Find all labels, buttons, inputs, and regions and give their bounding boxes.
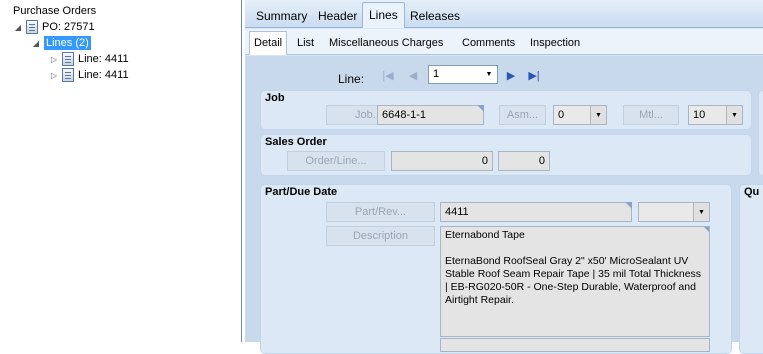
tree-node-lines[interactable]: ◢ Lines (2)	[31, 35, 91, 51]
document-icon	[62, 52, 74, 66]
line-value: 1	[433, 68, 440, 80]
collapse-icon[interactable]: ◢	[31, 39, 41, 48]
tree-line-label[interactable]: Line: 4411	[78, 69, 129, 81]
part-due-date-group: Part/Due Date Part/Rev... 4411 ▼ Descrip…	[260, 184, 732, 354]
main-pane: Summary Header Lines Releases Detail Lis…	[245, 0, 763, 354]
description-button[interactable]: Description	[326, 226, 435, 246]
previous-record-icon[interactable]: ◀	[403, 65, 423, 85]
part-rev-button[interactable]: Part/Rev...	[326, 202, 435, 222]
mtl-button[interactable]: Mtl...	[623, 105, 679, 125]
tree-lines-label[interactable]: Lines (2)	[44, 36, 91, 50]
tab-summary[interactable]: Summary	[250, 5, 313, 27]
order-field[interactable]: 0	[391, 151, 493, 171]
quantity-group-title: Qu	[744, 186, 760, 198]
mtl-combo[interactable]: 10 ▼	[688, 105, 743, 125]
asm-button[interactable]: Asm...	[499, 105, 546, 125]
tree-node-line[interactable]: ▷ Line: 4411	[49, 67, 129, 83]
tree-pane: Purchase Orders ◢ PO: 27571 ◢ Lines (2) …	[0, 0, 242, 342]
last-record-icon[interactable]: ▶|	[524, 65, 544, 85]
chevron-down-icon[interactable]: ▼	[693, 203, 709, 221]
tab-header[interactable]: Header	[312, 5, 363, 27]
next-record-icon[interactable]: ▶	[501, 65, 521, 85]
tab-releases[interactable]: Releases	[404, 5, 466, 27]
main-tabbar: Summary Header Lines Releases	[245, 0, 763, 28]
description-memo[interactable]: Eternabond Tape EternaBond RoofSeal Gray…	[440, 226, 710, 337]
quantity-group-partial: Qu	[739, 184, 763, 354]
subtab-inspection[interactable]: Inspection	[526, 34, 584, 52]
subtab-list[interactable]: List	[293, 34, 318, 52]
next-field-partial[interactable]	[440, 338, 710, 352]
expand-icon[interactable]: ▷	[49, 71, 59, 80]
subtab-comments[interactable]: Comments	[458, 34, 519, 52]
order-line-button[interactable]: Order/Line...	[287, 151, 385, 171]
chevron-down-icon[interactable]: ▼	[481, 66, 497, 83]
job-group-title: Job	[265, 92, 285, 104]
first-record-icon[interactable]: |◀	[378, 65, 398, 85]
tree-po-label[interactable]: PO: 27571	[42, 21, 95, 33]
chevron-down-icon[interactable]: ▼	[590, 106, 606, 124]
revision-combo[interactable]: ▼	[638, 202, 710, 222]
tree-node-po[interactable]: ◢ PO: 27571	[13, 19, 95, 35]
order-line-field[interactable]: 0	[498, 151, 550, 171]
detail-panel: Line: |◀ ◀ 1 ▼ ▶ ▶| Job Job... 6648-1-1 …	[245, 56, 763, 354]
part-field[interactable]: 4411	[440, 202, 632, 222]
mtl-value: 10	[693, 109, 706, 121]
tree-line-label[interactable]: Line: 4411	[78, 53, 129, 65]
asm-value: 0	[558, 109, 565, 121]
line-label: Line:	[338, 72, 365, 86]
job-group: Job Job... 6648-1-1 Asm... 0 ▼ Mtl... 10…	[260, 90, 752, 130]
job-field[interactable]: 6648-1-1	[377, 105, 484, 125]
tree-node-line[interactable]: ▷ Line: 4411	[49, 51, 129, 67]
subtab-misc-charges[interactable]: Miscellaneous Charges	[325, 34, 447, 52]
sub-tabbar: Detail List Miscellaneous Charges Commen…	[245, 29, 763, 55]
document-icon	[62, 68, 74, 82]
chevron-down-icon[interactable]: ▼	[726, 106, 742, 124]
tree-root-label[interactable]: Purchase Orders	[13, 5, 96, 17]
document-icon	[26, 20, 38, 34]
sales-order-group: Sales Order Order/Line... 0 0	[260, 134, 752, 176]
subtab-detail[interactable]: Detail	[249, 31, 288, 55]
expand-icon[interactable]: ▷	[49, 55, 59, 64]
asm-combo[interactable]: 0 ▼	[553, 105, 607, 125]
tab-lines[interactable]: Lines	[362, 2, 405, 28]
sales-order-title: Sales Order	[265, 136, 327, 148]
right-group-edge	[758, 90, 763, 176]
part-due-date-title: Part/Due Date	[265, 186, 338, 198]
collapse-icon[interactable]: ◢	[13, 23, 23, 32]
line-selector[interactable]: 1 ▼	[428, 65, 498, 84]
tree-node-root[interactable]: Purchase Orders	[0, 3, 96, 19]
